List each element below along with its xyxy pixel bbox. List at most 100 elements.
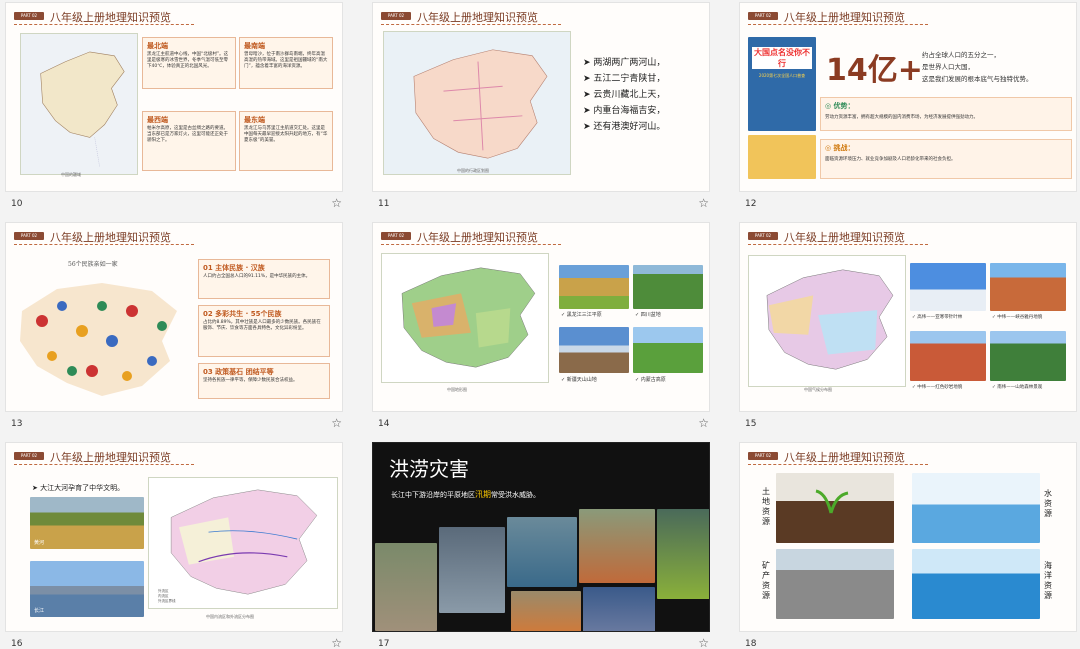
- map-caption: 中国内流区和外流区分布图: [206, 614, 254, 619]
- china-climate-map: [748, 255, 906, 387]
- china-admin-map: [383, 31, 571, 175]
- slide-title: 八年级上册地理知识预览: [50, 11, 171, 24]
- slide-title: 八年级上册地理知识预览: [784, 11, 905, 24]
- star-icon[interactable]: ☆: [331, 416, 342, 430]
- flood-photo: [511, 591, 581, 631]
- climate-photo: [990, 331, 1066, 381]
- card-text: 人口约占全国总人口的91.11%，是中华民族的主体。: [203, 274, 311, 279]
- ethnic-info-card: 03 政策基石 团结平等 坚持各民族一律平等，保障少数民族合法权益。: [198, 363, 330, 399]
- flood-photo-collage: [373, 509, 709, 631]
- warning-icon: ◎: [825, 144, 834, 152]
- title-underline: [14, 24, 194, 25]
- extreme-card: 最北端 黑龙江主航道中心线，中国“北极村”。这里是极寒的冰雪世界，冬季气温可低至…: [142, 37, 236, 89]
- card-title: 03 政策基石 团结平等: [203, 368, 274, 376]
- flood-title: 洪涝灾害: [389, 457, 469, 481]
- mineral-resource-photo: [776, 549, 894, 619]
- flood-photo: [507, 517, 577, 587]
- star-icon[interactable]: ☆: [331, 196, 342, 210]
- climate-photo: [910, 263, 986, 311]
- census-illustration: [748, 135, 816, 179]
- slide-title: 八年级上册地理知识预览: [417, 11, 538, 24]
- card-title: 最南端: [244, 42, 265, 50]
- check-icon: ◎: [825, 102, 834, 110]
- ethnic-map-title: 56个民族亲如一家: [68, 261, 118, 268]
- advantage-card: ◎ 优势： 劳动力资源丰富，拥有超大规模的国内消费市场，为经济发展提供强劲动力。: [820, 97, 1072, 131]
- resource-label: 海洋资源: [1044, 561, 1052, 600]
- card-text: 黑龙江主航道中心线，中国“北极村”。这里是极寒的冰雪世界，冬季气温可低至零下40…: [147, 52, 229, 69]
- rhyme-line: ➤ 两湖两广两河山，: [583, 58, 666, 68]
- land-resource-photo: [776, 473, 894, 543]
- flood-photo: [579, 509, 655, 583]
- slide-number: 11: [378, 199, 390, 209]
- title-underline: [381, 24, 561, 25]
- rhyme-line: ➤ 内重台海福吉安，: [583, 106, 666, 116]
- advantage-text: 劳动力资源丰富，拥有超大规模的国内消费市场，为经济发展提供强劲动力。: [825, 115, 978, 120]
- slide-number: 18: [745, 639, 757, 649]
- yangtze-photo: 长江: [30, 561, 144, 617]
- photo-caption: ✓ 高纬——亚寒带针叶林: [912, 315, 963, 320]
- part-tag: PART 02: [748, 12, 778, 20]
- part-tag: PART 02: [748, 452, 778, 460]
- flood-photo: [375, 543, 437, 631]
- card-title: 最西端: [147, 116, 168, 124]
- title-underline: [748, 464, 928, 465]
- slide-title: 八年级上册地理知识预览: [50, 451, 171, 464]
- card-text: 坚持各民族一律平等，保障少数民族合法权益。: [203, 378, 298, 383]
- drainage-legend: 外流区 内流区 外流区界线: [158, 589, 176, 603]
- rivers-lead-text: ➤ 大江大河孕育了中华文明。: [32, 484, 125, 492]
- title-underline: [14, 464, 194, 465]
- challenge-text: 面临资源环境压力、就业竞争加剧及人口老龄化带来的社会负担。: [825, 157, 956, 162]
- part-tag: PART 02: [381, 232, 411, 240]
- slide-number: 12: [745, 199, 757, 209]
- slide-number: 10: [11, 199, 23, 209]
- slide-title: 八年级上册地理知识预览: [50, 231, 171, 244]
- photo-caption: ✓ 四川盆地: [635, 312, 661, 318]
- population-description: 约占全球人口的五分之一， 是世界人口大国， 这是我们发展的根本底气与独特优势。: [922, 51, 1033, 83]
- part-tag: PART 02: [14, 12, 44, 20]
- title-underline: [14, 244, 194, 245]
- resource-label: 土地资源: [762, 487, 770, 526]
- resource-label: 水资源: [1044, 489, 1052, 518]
- star-icon[interactable]: ☆: [698, 416, 709, 430]
- map-caption: 中国的行政区划图: [457, 168, 489, 173]
- photo-caption: ✓ 南纬——山地森林景观: [992, 385, 1043, 390]
- map-caption: 中国的疆域: [61, 172, 81, 177]
- rhyme-line: ➤ 还有港澳好河山。: [583, 122, 666, 132]
- title-underline: [381, 244, 561, 245]
- water-resource-photo: [912, 473, 1040, 543]
- slide-title: 八年级上册地理知识预览: [417, 231, 538, 244]
- photo-caption: ✓ 新疆天山山地: [561, 377, 597, 383]
- flood-photo: [657, 509, 709, 599]
- card-title: 02 多彩共生 · 55个民族: [203, 310, 282, 318]
- star-icon[interactable]: ☆: [698, 636, 709, 649]
- photo-caption: ✓ 内蒙古高原: [635, 377, 666, 383]
- part-tag: PART 02: [14, 452, 44, 460]
- province-rhyme-list: ➤ 两湖两广两河山， ➤ 五江二宁青陕甘， ➤ 云贵川藏北上天， ➤ 内重台海福…: [583, 55, 665, 135]
- star-icon[interactable]: ☆: [331, 636, 342, 649]
- china-terrain-map: [381, 253, 549, 383]
- landform-photo: [633, 265, 703, 309]
- flood-subtitle: 长江中下游沿岸的平原地区汛期常受洪水威胁。: [391, 490, 540, 499]
- slide-number: 15: [745, 419, 757, 429]
- part-tag: PART 02: [14, 232, 44, 240]
- card-text: 占比约8.89%，其中壮族是人口最多的少数民族。各民族在服饰、节庆、饮食等方面各…: [203, 320, 321, 331]
- landform-photo: [559, 327, 629, 373]
- extreme-card: 最西端 帕米尔高原，这里是古丝绸之路的要道。当东部已是万家灯火，这里可能还正处于…: [142, 111, 236, 171]
- population-number: 14亿+: [826, 53, 923, 88]
- card-text: 帕米尔高原，这里是古丝绸之路的要道。当东部已是万家灯火，这里可能还正处于骄阳之下…: [147, 126, 228, 143]
- extreme-card: 最东端 黑龙江与乌苏里江主航道交汇处。这里是中国每天最早迎接太阳升起的地方，有“…: [239, 111, 333, 171]
- slide-number: 13: [11, 419, 23, 429]
- ethnic-info-card: 01 主体民族 · 汉族 人口约占全国总人口的91.11%，是中华民族的主体。: [198, 259, 330, 299]
- card-title: 最东端: [244, 116, 265, 124]
- drainage-map: [148, 477, 338, 609]
- ethnic-info-card: 02 多彩共生 · 55个民族 占比约8.89%，其中壮族是人口最多的少数民族。…: [198, 305, 330, 357]
- china-territory-map: [20, 33, 138, 175]
- resource-label: 矿产资源: [762, 561, 770, 600]
- census-poster: 大国点名没你不行 2020第七次全国人口普查: [748, 37, 816, 131]
- map-caption: 中国气候分布图: [804, 387, 832, 392]
- landform-photo: [559, 265, 629, 309]
- rhyme-line: ➤ 五江二宁青陕甘，: [583, 74, 666, 84]
- flood-photo: [583, 587, 655, 631]
- star-icon[interactable]: ☆: [698, 196, 709, 210]
- climate-photo: [990, 263, 1066, 311]
